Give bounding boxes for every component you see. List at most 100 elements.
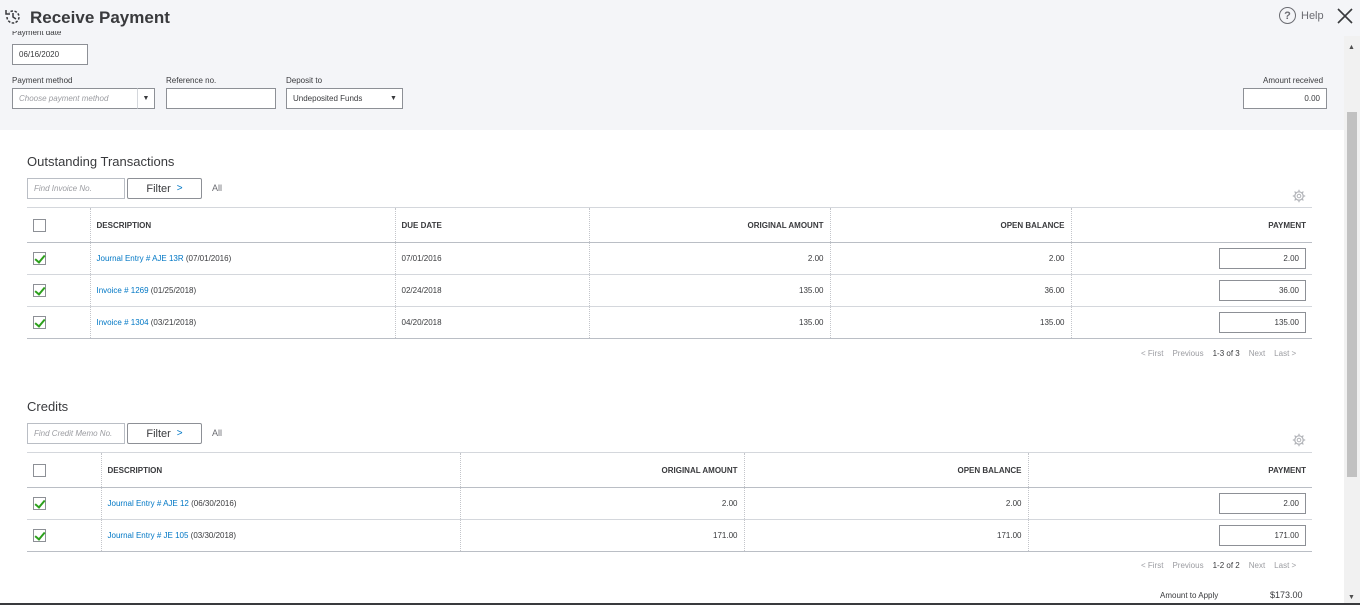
table-row: Journal Entry # JE 105 (03/30/2018) 171.… (27, 519, 1312, 552)
transaction-date: (03/21/2018) (148, 318, 197, 327)
chevron-right-icon: > (176, 428, 183, 439)
help-label: Help (1301, 9, 1324, 22)
payment-input[interactable]: 2.00 (1219, 248, 1306, 269)
transaction-link[interactable]: Invoice # 1304 (97, 318, 149, 327)
open-balance-cell: 2.00 (743, 487, 1028, 520)
row-check-cell (27, 519, 101, 552)
payment-method-label: Payment method (12, 76, 73, 85)
credits-all-label: All (212, 428, 223, 438)
credit-date: (03/30/2018) (188, 531, 237, 540)
column-header[interactable]: ORIGINAL AMOUNT (459, 452, 744, 488)
scroll-thumb[interactable] (1347, 112, 1357, 477)
reference-field[interactable] (166, 88, 276, 109)
outstanding-table: DESCRIPTION DUE DATE ORIGINAL AMOUNT OPE… (27, 207, 1312, 339)
column-header[interactable]: DESCRIPTION (100, 452, 460, 488)
transaction-date: (01/25/2018) (148, 286, 197, 295)
column-header[interactable]: PAYMENT (1070, 207, 1312, 243)
pager-previous[interactable]: Previous (1172, 349, 1203, 358)
help-link[interactable]: ? Help (1279, 7, 1324, 24)
column-header[interactable]: ORIGINAL AMOUNT (588, 207, 830, 243)
transaction-link[interactable]: Journal Entry # AJE 13R (97, 254, 184, 263)
column-header[interactable]: DESCRIPTION (89, 207, 395, 243)
help-icon: ? (1279, 7, 1296, 24)
payment-method-dropdown-icon[interactable]: ▼ (137, 88, 155, 109)
column-header[interactable]: PAYMENT (1027, 452, 1312, 488)
transaction-link[interactable]: Invoice # 1269 (97, 286, 149, 295)
row-checkbox[interactable] (33, 316, 46, 329)
find-invoice-input[interactable]: Find Invoice No. (27, 178, 125, 199)
payment-input[interactable]: 171.00 (1219, 525, 1306, 546)
column-header[interactable]: OPEN BALANCE (743, 452, 1028, 488)
credits-title: Credits (27, 399, 69, 414)
close-icon[interactable] (1335, 6, 1355, 26)
credits-table: DESCRIPTION ORIGINAL AMOUNT OPEN BALANCE… (27, 452, 1312, 552)
row-checkbox[interactable] (33, 497, 46, 510)
scroll-up-icon[interactable]: ▲ (1348, 44, 1355, 51)
chevron-right-icon: > (176, 183, 183, 194)
description-cell: Journal Entry # AJE 12 (06/30/2016) (100, 487, 460, 520)
payment-method-select[interactable]: Choose payment method (12, 88, 138, 109)
transaction-date: (07/01/2016) (183, 254, 232, 263)
pager-next[interactable]: Next (1249, 349, 1265, 358)
scroll-down-icon[interactable]: ▼ (1348, 594, 1355, 601)
open-balance-cell: 171.00 (743, 519, 1028, 552)
amount-to-apply-label: Amount to Apply (1160, 591, 1219, 600)
table-row: Invoice # 1304 (03/21/2018) 04/20/2018 1… (27, 306, 1312, 339)
credit-link[interactable]: Journal Entry # JE 105 (108, 531, 189, 540)
pager-range: 1-2 of 2 (1212, 561, 1240, 570)
row-check-cell (27, 274, 90, 307)
deposit-to-label: Deposit to (286, 76, 323, 85)
open-balance-cell: 2.00 (829, 242, 1071, 275)
payment-input[interactable]: 36.00 (1219, 280, 1306, 301)
table-header-row: DESCRIPTION DUE DATE ORIGINAL AMOUNT OPE… (27, 207, 1312, 243)
find-credit-memo-input[interactable]: Find Credit Memo No. (27, 423, 125, 444)
payment-input[interactable]: 2.00 (1219, 493, 1306, 514)
gear-icon[interactable] (1292, 433, 1306, 447)
row-checkbox[interactable] (33, 252, 46, 265)
payment-date-field[interactable]: 06/16/2020 (12, 44, 88, 65)
pager-first[interactable]: < First (1141, 561, 1163, 570)
select-all-checkbox[interactable] (33, 218, 46, 232)
select-all-checkbox[interactable] (33, 463, 46, 477)
history-icon[interactable] (3, 7, 23, 27)
table-row: Journal Entry # AJE 12 (06/30/2016) 2.00… (27, 487, 1312, 520)
amount-to-apply-value: $173.00 (1270, 590, 1303, 600)
table-row: Invoice # 1269 (01/25/2018) 02/24/2018 1… (27, 274, 1312, 307)
pager-previous[interactable]: Previous (1172, 561, 1203, 570)
column-header[interactable]: DUE DATE (394, 207, 589, 243)
due-date-cell: 07/01/2016 (394, 242, 589, 275)
description-cell: Invoice # 1269 (01/25/2018) (89, 274, 395, 307)
outstanding-filter-button[interactable]: Filter > (127, 178, 202, 199)
credits-filter-button[interactable]: Filter > (127, 423, 202, 444)
amount-received-label: Amount received (1263, 76, 1324, 85)
pager-last[interactable]: Last > (1274, 561, 1296, 570)
table-header-row: DESCRIPTION ORIGINAL AMOUNT OPEN BALANCE… (27, 452, 1312, 488)
select-all-cell (27, 207, 90, 243)
due-date-cell: 02/24/2018 (394, 274, 589, 307)
credit-date: (06/30/2016) (188, 499, 237, 508)
column-header[interactable]: OPEN BALANCE (829, 207, 1071, 243)
credits-pager: < First Previous 1-2 of 2 Next Last > (1141, 561, 1296, 570)
row-check-cell (27, 487, 101, 520)
filter-label: Filter (146, 182, 171, 195)
gear-icon[interactable] (1292, 189, 1306, 203)
pager-last[interactable]: Last > (1274, 349, 1296, 358)
deposit-dropdown-icon[interactable]: ▼ (385, 88, 403, 109)
row-checkbox[interactable] (33, 529, 46, 542)
payment-cell: 2.00 (1027, 487, 1312, 520)
pager-next[interactable]: Next (1249, 561, 1265, 570)
open-balance-cell: 135.00 (829, 306, 1071, 339)
page-title: Receive Payment (30, 8, 170, 27)
description-cell: Journal Entry # JE 105 (03/30/2018) (100, 519, 460, 552)
payment-input[interactable]: 135.00 (1219, 312, 1306, 333)
due-date-cell: 04/20/2018 (394, 306, 589, 339)
credit-link[interactable]: Journal Entry # AJE 12 (108, 499, 189, 508)
reference-label: Reference no. (166, 76, 217, 85)
payment-cell: 2.00 (1070, 242, 1312, 275)
row-checkbox[interactable] (33, 284, 46, 297)
pager-first[interactable]: < First (1141, 349, 1163, 358)
description-cell: Journal Entry # AJE 13R (07/01/2016) (89, 242, 395, 275)
deposit-to-select[interactable]: Undeposited Funds (286, 88, 386, 109)
amount-received-field[interactable]: 0.00 (1243, 88, 1327, 109)
vertical-scrollbar[interactable]: ▲ ▼ (1344, 36, 1360, 605)
